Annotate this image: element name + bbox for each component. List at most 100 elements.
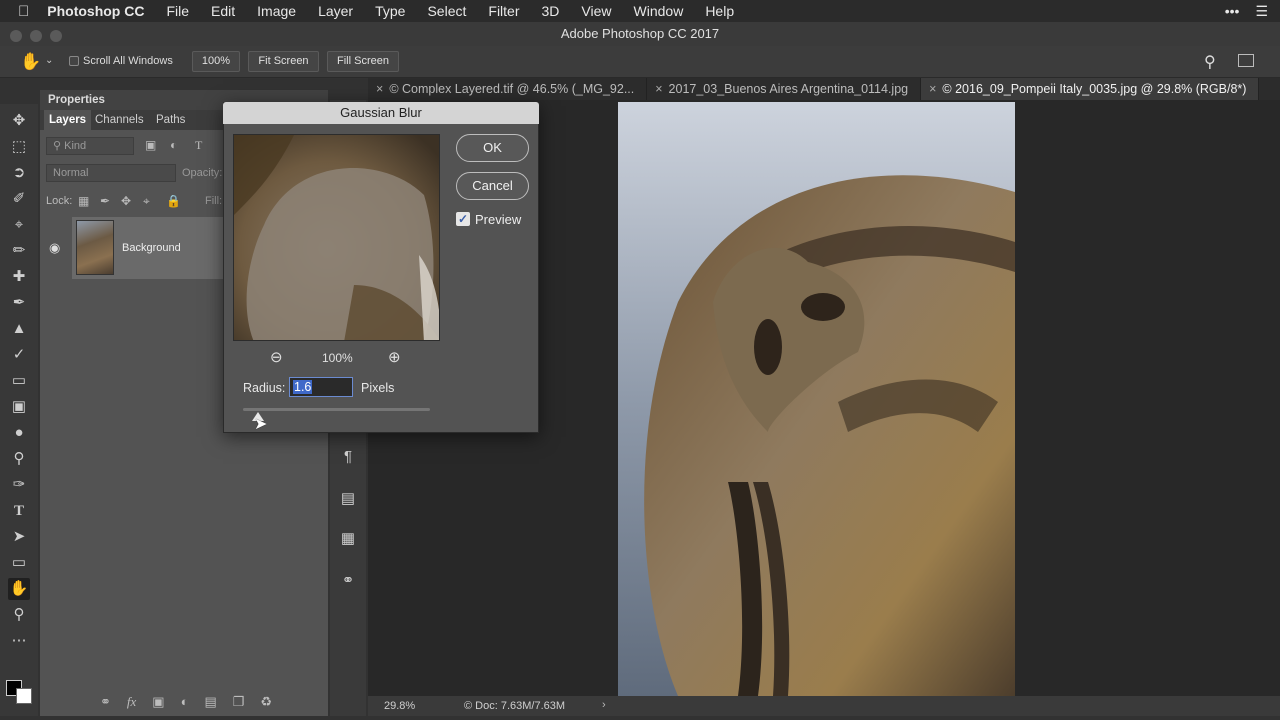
menu-window[interactable]: Window — [634, 3, 684, 19]
creative-cloud-icon[interactable]: ⚭ — [337, 570, 359, 592]
pen-icon[interactable]: ✑ — [8, 474, 30, 496]
trash-icon[interactable]: ♻ — [260, 694, 272, 712]
lasso-icon[interactable]: ➲ — [8, 162, 30, 184]
zoom-100-button[interactable]: 100% — [192, 51, 240, 72]
scroll-all-checkbox[interactable] — [69, 56, 79, 66]
menu-layer[interactable]: Layer — [318, 3, 353, 19]
workspace-icon[interactable] — [1238, 54, 1254, 67]
menu-type[interactable]: Type — [375, 3, 405, 19]
menu-view[interactable]: View — [581, 3, 611, 19]
zoom-in-icon[interactable]: ⊕ — [388, 348, 401, 366]
tab-paths[interactable]: Paths — [156, 110, 185, 130]
radius-label: Radius: — [243, 381, 286, 395]
document-tabs: × © Complex Layered.tif @ 46.5% (_MG_92..… — [368, 78, 1280, 100]
close-icon[interactable]: × — [929, 82, 936, 96]
options-bar: ✋ ⌄ Scroll All Windows 100% Fit Screen F… — [0, 46, 1280, 78]
status-zoom[interactable]: 29.8% — [384, 700, 415, 712]
paragraph-icon[interactable]: ¶ — [337, 446, 359, 468]
tab-channels[interactable]: Channels — [95, 110, 144, 130]
ok-button[interactable]: OK — [456, 134, 529, 162]
mask-icon[interactable]: ▣ — [152, 694, 164, 712]
history-brush-icon[interactable]: ✓ — [8, 344, 30, 366]
blend-mode-select[interactable]: Normal — [46, 164, 176, 182]
close-window-button[interactable] — [10, 30, 22, 42]
image-filter-icon[interactable]: ▣ — [145, 138, 156, 152]
menu-help[interactable]: Help — [705, 3, 734, 19]
zoom-window-button[interactable] — [50, 30, 62, 42]
rectangle-icon[interactable]: ▭ — [8, 552, 30, 574]
adjustment-layer-icon[interactable]: ◐ — [181, 694, 189, 712]
crop-icon[interactable]: ⌖ — [8, 214, 30, 236]
gradient-icon[interactable]: ▣ — [8, 396, 30, 418]
cancel-button[interactable]: Cancel — [456, 172, 529, 200]
lock-pixels-icon[interactable]: ▦ — [78, 194, 89, 208]
search-icon[interactable]: ⚲ — [1204, 52, 1216, 72]
lock-all-icon[interactable]: 🔒 — [166, 194, 181, 208]
pointer-cursor-icon: ➤ — [254, 416, 268, 433]
menu-filter[interactable]: Filter — [488, 3, 519, 19]
tab-buenos-aires[interactable]: × 2017_03_Buenos Aires Argentina_0114.jpg — [647, 78, 922, 100]
lock-artboard-icon[interactable]: ⌖ — [143, 194, 150, 209]
eyedropper-icon[interactable]: ✏ — [8, 240, 30, 262]
tab-complex-layered[interactable]: × © Complex Layered.tif @ 46.5% (_MG_92..… — [368, 78, 648, 100]
close-icon[interactable]: × — [376, 82, 383, 96]
brush-icon[interactable]: ✒ — [8, 292, 30, 314]
lock-paint-icon[interactable]: ✒ — [100, 194, 110, 208]
menu-file[interactable]: File — [166, 3, 189, 19]
menu-bar:  Photoshop CC File Edit Image Layer Typ… — [0, 0, 1280, 22]
menu-3d[interactable]: 3D — [542, 3, 560, 19]
menu-image[interactable]: Image — [257, 3, 296, 19]
lock-label: Lock: — [46, 195, 73, 207]
document-image[interactable] — [618, 102, 1015, 696]
path-select-icon[interactable]: ➤ — [8, 526, 30, 548]
type-icon[interactable]: T — [8, 500, 30, 522]
folder-icon[interactable]: ▤ — [204, 694, 216, 712]
blur-preview[interactable] — [233, 134, 440, 341]
table-grid-icon[interactable]: ▦ — [337, 528, 359, 550]
radius-input[interactable]: 1.6 — [289, 377, 353, 397]
layer-kind-filter[interactable]: ⚲ Kind — [46, 137, 134, 155]
background-color-swatch[interactable] — [16, 688, 32, 704]
hand-icon[interactable]: ✋ — [8, 578, 30, 600]
fit-screen-button[interactable]: Fit Screen — [248, 51, 319, 72]
quick-select-icon[interactable]: ✐ — [8, 188, 30, 210]
zoom-out-icon[interactable]: ⊖ — [270, 348, 283, 366]
link-icon[interactable]: ⚭ — [100, 694, 111, 712]
fill-screen-button[interactable]: Fill Screen — [327, 51, 399, 72]
apple-icon[interactable]:  — [18, 3, 29, 20]
adjustment-filter-icon[interactable]: ◐ — [170, 138, 177, 152]
dialog-title: Gaussian Blur — [223, 102, 539, 124]
type-filter-icon[interactable]: T — [195, 138, 202, 153]
zoom-icon[interactable]: ⚲ — [8, 604, 30, 626]
move-icon[interactable]: ✥ — [8, 110, 30, 132]
tab-layers[interactable]: Layers — [44, 110, 92, 130]
fx-icon[interactable]: fx — [127, 694, 136, 712]
menu-edit[interactable]: Edit — [211, 3, 235, 19]
new-layer-icon[interactable]: ❐ — [233, 694, 245, 712]
chevron-down-icon[interactable]: ⌄ — [45, 55, 53, 66]
tab-pompeii[interactable]: × © 2016_09_Pompeii Italy_0035.jpg @ 29.8… — [921, 78, 1260, 100]
preview-image — [234, 135, 439, 340]
list-menu-icon[interactable]: ☰ — [1255, 3, 1268, 20]
eye-visibility-icon[interactable]: ◉ — [49, 240, 60, 256]
menu-select[interactable]: Select — [427, 3, 466, 19]
healing-icon[interactable]: ✚ — [8, 266, 30, 288]
notes-icon[interactable]: ▤ — [337, 488, 359, 510]
radius-slider[interactable] — [243, 408, 430, 411]
minimize-window-button[interactable] — [30, 30, 42, 42]
menu-app[interactable]: Photoshop CC — [47, 3, 144, 19]
statue-photo — [618, 102, 1015, 696]
dodge-icon[interactable]: ⚲ — [8, 448, 30, 470]
more-menu-icon[interactable]: ••• — [1225, 3, 1240, 19]
fill-label: Fill: — [205, 195, 223, 207]
hand-tool-icon[interactable]: ✋ — [20, 52, 41, 72]
chevron-right-icon[interactable]: › — [602, 699, 606, 711]
preview-checkbox[interactable]: ✓ — [456, 212, 470, 226]
marquee-icon[interactable]: ⬚ — [8, 136, 30, 158]
more-icon[interactable]: ⋯ — [8, 630, 30, 652]
blur-icon[interactable]: ● — [8, 422, 30, 444]
stamp-icon[interactable]: ▲ — [8, 318, 30, 340]
lock-position-icon[interactable]: ✥ — [121, 194, 131, 208]
eraser-icon[interactable]: ▭ — [8, 370, 30, 392]
close-icon[interactable]: × — [655, 82, 662, 96]
